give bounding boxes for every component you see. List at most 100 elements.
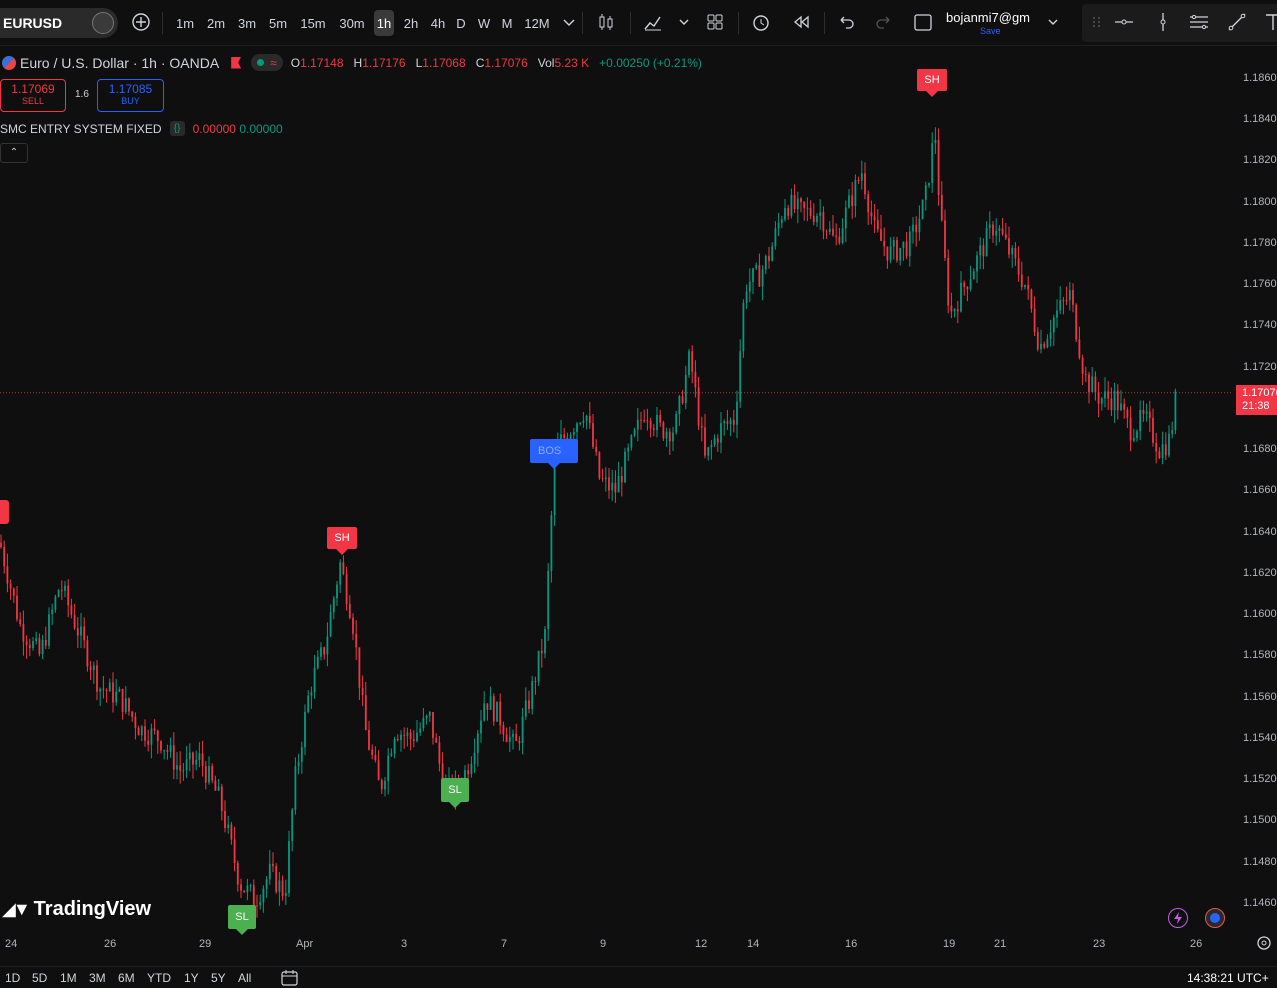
sell-button[interactable]: 1.17069 SELL [0, 79, 66, 112]
interval-W[interactable]: W [477, 10, 491, 36]
add-symbol-icon[interactable] [130, 11, 152, 33]
interval-1h[interactable]: 1h [374, 10, 394, 36]
interval-5m[interactable]: 5m [268, 10, 288, 36]
change-value: +0.00250 (+0.21%) [599, 55, 702, 70]
price-tick: 1.18400 [1243, 113, 1277, 125]
candle-up [854, 179, 857, 206]
replay-icon[interactable] [790, 11, 812, 33]
date-range-icon[interactable] [280, 968, 302, 988]
range-ytd[interactable]: YTD [147, 971, 171, 985]
candle-down [1043, 343, 1046, 348]
layout-square-icon[interactable] [912, 11, 934, 33]
price-tick: 1.15800 [1243, 649, 1277, 661]
candle-up [656, 415, 658, 430]
redo-icon[interactable] [873, 11, 895, 33]
interval-12M[interactable]: 12M [524, 10, 550, 36]
save-button[interactable]: Save [980, 26, 1001, 36]
utc-clock[interactable]: 14:38:21 UTC+ [1187, 971, 1269, 985]
horizontal-ray-icon[interactable] [1113, 11, 1135, 33]
candle-up [678, 396, 681, 414]
range-1y[interactable]: 1Y [184, 971, 199, 985]
interval-1m[interactable]: 1m [175, 10, 195, 36]
indicators-icon[interactable] [642, 11, 664, 33]
high-value: 1.17176 [362, 55, 406, 70]
candle-down [105, 690, 108, 692]
candle-up [617, 476, 620, 493]
range-5y[interactable]: 5Y [211, 971, 226, 985]
candles-icon[interactable] [595, 11, 617, 33]
candle-up [848, 195, 850, 208]
sell-label: SELL [21, 96, 45, 106]
interval-D[interactable]: D [455, 10, 467, 36]
text-tool-icon[interactable] [1262, 11, 1277, 33]
candle-down [1129, 417, 1132, 441]
interval-30m[interactable]: 30m [337, 10, 367, 36]
source-code-icon[interactable]: {} [169, 121, 185, 136]
candle-down [515, 733, 518, 741]
tradingview-logo[interactable]: ◢▼ TradingView [2, 898, 151, 921]
interval-3m[interactable]: 3m [237, 10, 257, 36]
price-chart[interactable] [0, 46, 1232, 932]
trend-line-icon[interactable] [1226, 11, 1248, 33]
candle-down [876, 220, 879, 230]
drag-handle-icon[interactable] [1086, 11, 1108, 33]
candle-up [406, 732, 409, 736]
interval-4h[interactable]: 4h [428, 10, 448, 36]
range-5d[interactable]: 5D [32, 971, 47, 985]
range-all[interactable]: All [238, 971, 251, 985]
candle-down [412, 739, 415, 741]
candle-down [22, 624, 25, 642]
buy-button[interactable]: 1.17085 BUY [97, 79, 164, 112]
symbol-title[interactable]: Euro / U.S. Dollar · 1h · OANDA [20, 55, 219, 71]
candle-up [163, 750, 166, 752]
candle-up [297, 761, 300, 767]
candle-up [316, 656, 319, 669]
candle-up [934, 139, 937, 144]
candle-up [57, 590, 60, 597]
chevron-down-icon[interactable] [558, 11, 580, 33]
candle-down [838, 236, 841, 243]
candle-down [153, 728, 156, 731]
interval-2m[interactable]: 2m [206, 10, 226, 36]
candle-down [403, 734, 406, 736]
collapse-legend-button[interactable]: ⌃ [0, 143, 28, 163]
candle-down [704, 427, 706, 456]
candle-up [665, 431, 668, 439]
market-open-icon [257, 59, 265, 66]
range-3m[interactable]: 3M [89, 971, 106, 985]
indicator-legend[interactable]: SMC ENTRY SYSTEM FIXED {} 0.00000 0.0000… [0, 121, 283, 136]
undo-icon[interactable] [835, 11, 857, 33]
globe-icon[interactable] [1205, 908, 1225, 928]
chevron-down-icon[interactable] [1042, 11, 1064, 33]
time-axis[interactable] [0, 935, 1277, 955]
user-name[interactable]: bojanmi7@gm [946, 10, 1030, 25]
compare-icon[interactable] [92, 12, 114, 34]
time-tick: 23 [1093, 938, 1106, 950]
range-1d[interactable]: 1D [5, 971, 20, 985]
range-6m[interactable]: 6M [118, 971, 135, 985]
candle-up [819, 212, 822, 216]
lightning-icon[interactable] [1168, 908, 1188, 928]
layout-icon[interactable] [704, 11, 726, 33]
candle-up [480, 720, 482, 734]
indicator-name[interactable]: SMC ENTRY SYSTEM FIXED [0, 122, 162, 136]
candle-down [1148, 411, 1151, 418]
separator [582, 12, 583, 34]
candle-down [646, 420, 649, 422]
candle-down [825, 231, 828, 233]
chevron-down-icon[interactable] [673, 11, 695, 33]
range-1m[interactable]: 1M [60, 971, 77, 985]
candle-up [473, 752, 476, 764]
status-pill[interactable]: ≈ [251, 54, 283, 71]
interval-15m[interactable]: 15m [299, 10, 327, 36]
time-tick: 21 [994, 938, 1007, 950]
alert-icon[interactable] [750, 11, 772, 33]
vertical-line-icon[interactable] [1152, 11, 1174, 33]
candle-down [28, 644, 31, 649]
interval-2h[interactable]: 2h [401, 10, 421, 36]
symbol-search[interactable]: EURUSD [0, 8, 118, 38]
interval-M[interactable]: M [500, 10, 514, 36]
settings-icon[interactable] [1255, 934, 1277, 956]
parallel-channel-icon[interactable] [1188, 11, 1210, 33]
candle-up [547, 571, 550, 630]
